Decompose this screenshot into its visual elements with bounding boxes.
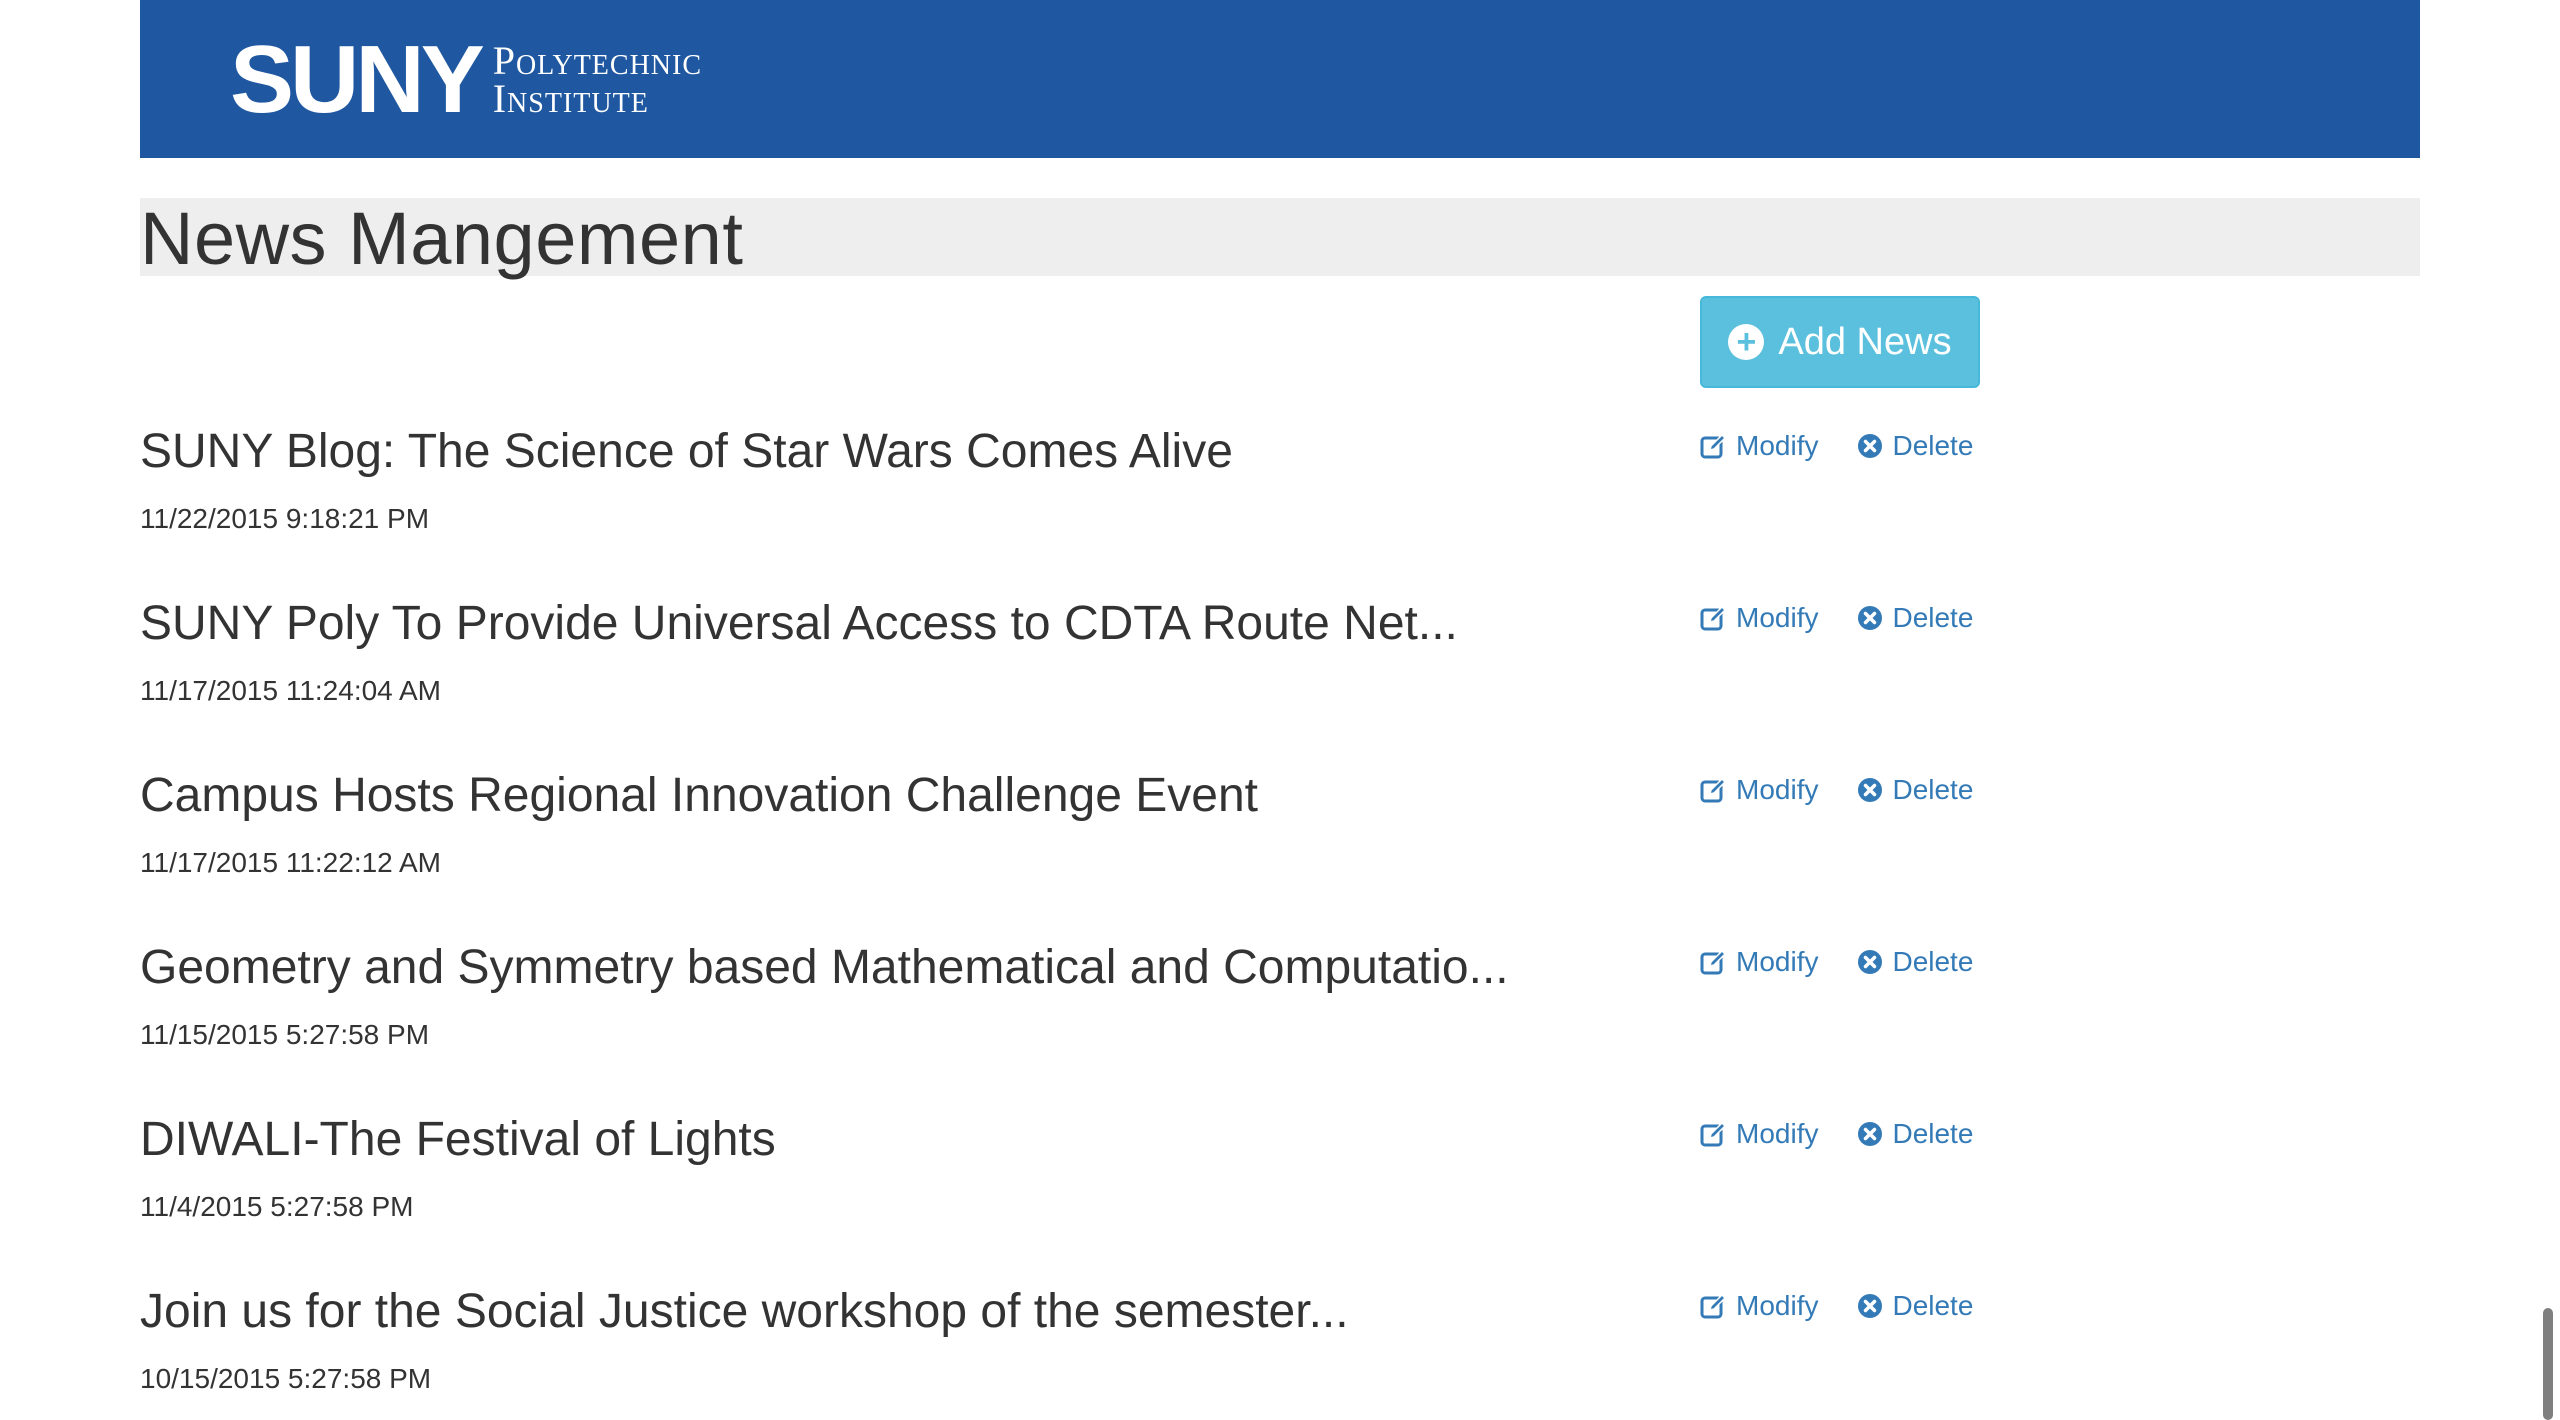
page-title-bar: News Mangement [140, 197, 2420, 280]
delete-link[interactable]: Delete [1856, 946, 1973, 978]
times-circle-icon [1856, 776, 1884, 804]
edit-icon [1700, 432, 1728, 460]
plus-circle-icon: + [1728, 324, 1765, 360]
page-title: News Mangement [140, 197, 744, 280]
edit-icon [1700, 1120, 1728, 1148]
delete-label: Delete [1892, 946, 1974, 977]
add-news-button[interactable]: + Add News [1700, 296, 1980, 388]
modify-label: Modify [1736, 946, 1819, 977]
news-actions: Modify Delete [1700, 946, 1973, 978]
delete-label: Delete [1892, 1290, 1974, 1321]
logo-subtitle: Polytechnic Institute [492, 38, 703, 121]
news-item: Campus Hosts Regional Innovation Challen… [140, 754, 2140, 926]
logo-subtitle-line1: Polytechnic [492, 38, 703, 83]
times-circle-icon [1856, 1292, 1884, 1320]
delete-link[interactable]: Delete [1856, 774, 1973, 806]
news-date: 11/17/2015 11:22:12 AM [140, 847, 441, 878]
delete-label: Delete [1892, 774, 1974, 805]
modify-link[interactable]: Modify [1700, 946, 1818, 978]
logo-wordmark: SUNY [230, 26, 485, 133]
header-banner: SUNY Polytechnic Institute [140, 0, 2420, 158]
add-news-label: Add News [1778, 320, 1952, 363]
news-actions: Modify Delete [1700, 602, 1973, 634]
news-actions: Modify Delete [1700, 1290, 1973, 1322]
news-date: 11/15/2015 5:27:58 PM [140, 1019, 430, 1050]
delete-link[interactable]: Delete [1856, 1290, 1973, 1322]
page: SUNY Polytechnic Institute News Mangemen… [0, 0, 2560, 1420]
news-title: Campus Hosts Regional Innovation Challen… [140, 769, 1258, 822]
news-actions: Modify Delete [1700, 430, 1973, 462]
delete-link[interactable]: Delete [1856, 430, 1973, 462]
suny-poly-logo[interactable]: SUNY Polytechnic Institute [230, 32, 702, 128]
news-item: SUNY Blog: The Science of Star Wars Come… [140, 410, 2140, 582]
times-circle-icon [1856, 1120, 1884, 1148]
news-title: SUNY Blog: The Science of Star Wars Come… [140, 425, 1233, 478]
delete-label: Delete [1892, 430, 1974, 461]
edit-icon [1700, 776, 1728, 804]
modify-label: Modify [1736, 1118, 1819, 1149]
modify-link[interactable]: Modify [1700, 430, 1818, 462]
edit-icon [1700, 948, 1728, 976]
scrollbar-thumb[interactable] [2543, 1308, 2553, 1420]
delete-link[interactable]: Delete [1856, 602, 1973, 634]
modify-link[interactable]: Modify [1700, 1118, 1818, 1150]
edit-icon [1700, 1292, 1728, 1320]
news-list: SUNY Blog: The Science of Star Wars Come… [140, 410, 2140, 1420]
news-date: 10/15/2015 5:27:58 PM [140, 1363, 432, 1394]
news-actions: Modify Delete [1700, 1118, 1973, 1150]
modify-link[interactable]: Modify [1700, 602, 1818, 634]
news-date: 11/22/2015 9:18:21 PM [140, 503, 430, 534]
modify-label: Modify [1736, 430, 1819, 461]
modify-label: Modify [1736, 1290, 1819, 1321]
times-circle-icon [1856, 948, 1884, 976]
news-item: Geometry and Symmetry based Mathematical… [140, 926, 2140, 1098]
delete-label: Delete [1892, 602, 1974, 633]
times-circle-icon [1856, 432, 1884, 460]
news-title: Geometry and Symmetry based Mathematical… [140, 941, 1509, 994]
modify-label: Modify [1736, 774, 1819, 805]
times-circle-icon [1856, 604, 1884, 632]
delete-link[interactable]: Delete [1856, 1118, 1973, 1150]
news-item: Join us for the Social Justice workshop … [140, 1270, 2140, 1420]
modify-label: Modify [1736, 602, 1819, 633]
logo-subtitle-line2: Institute [492, 76, 649, 121]
news-item: DIWALI-The Festival of Lights 11/4/2015 … [140, 1098, 2140, 1270]
news-title: SUNY Poly To Provide Universal Access to… [140, 597, 1458, 650]
edit-icon [1700, 604, 1728, 632]
news-date: 11/17/2015 11:24:04 AM [140, 675, 441, 706]
news-actions: Modify Delete [1700, 774, 1973, 806]
delete-label: Delete [1892, 1118, 1974, 1149]
news-item: SUNY Poly To Provide Universal Access to… [140, 582, 2140, 754]
news-date: 11/4/2015 5:27:58 PM [140, 1191, 414, 1222]
news-title: DIWALI-The Festival of Lights [140, 1113, 776, 1166]
modify-link[interactable]: Modify [1700, 774, 1818, 806]
news-title: Join us for the Social Justice workshop … [140, 1285, 1349, 1338]
modify-link[interactable]: Modify [1700, 1290, 1818, 1322]
